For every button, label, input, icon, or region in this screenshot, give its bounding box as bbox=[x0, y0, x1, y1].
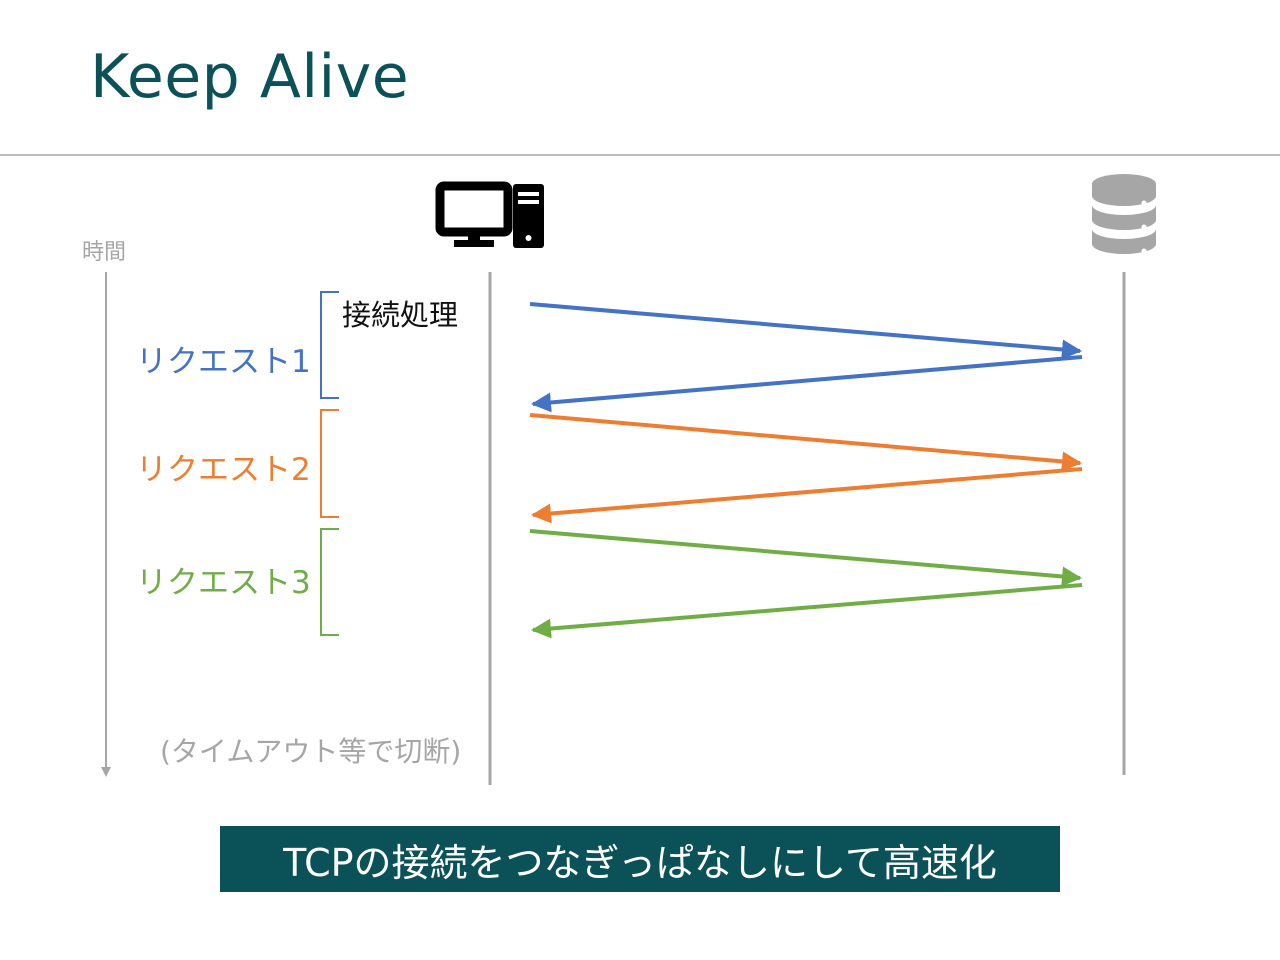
request-3-send-arrow bbox=[529, 529, 1082, 587]
timeout-disconnect-label: (タイムアウト等で切断) bbox=[160, 735, 462, 768]
bracket-request-3 bbox=[320, 528, 339, 636]
summary-banner: TCPの接続をつなぎっぱなしにして高速化 bbox=[220, 826, 1060, 892]
bracket-request-1 bbox=[320, 291, 339, 399]
bracket-request-2 bbox=[320, 409, 339, 518]
connection-process-label: 接続処理 bbox=[342, 298, 459, 332]
request-2-label: リクエスト2 bbox=[136, 452, 311, 488]
desktop-computer-icon bbox=[435, 181, 544, 248]
request-3-response-arrow bbox=[531, 583, 1083, 639]
request-1-response-arrow bbox=[531, 355, 1083, 413]
request-2-response-arrow bbox=[531, 467, 1083, 524]
summary-banner-text: TCPの接続をつなぎっぱなしにして高速化 bbox=[283, 840, 997, 885]
request-1-label: リクエスト1 bbox=[136, 344, 311, 380]
request-3-label: リクエスト3 bbox=[136, 565, 311, 601]
database-server-icon bbox=[1092, 174, 1156, 254]
request-2-send-arrow bbox=[529, 413, 1082, 472]
time-axis-label: 時間 bbox=[82, 240, 127, 265]
request-1-send-arrow bbox=[529, 302, 1082, 360]
